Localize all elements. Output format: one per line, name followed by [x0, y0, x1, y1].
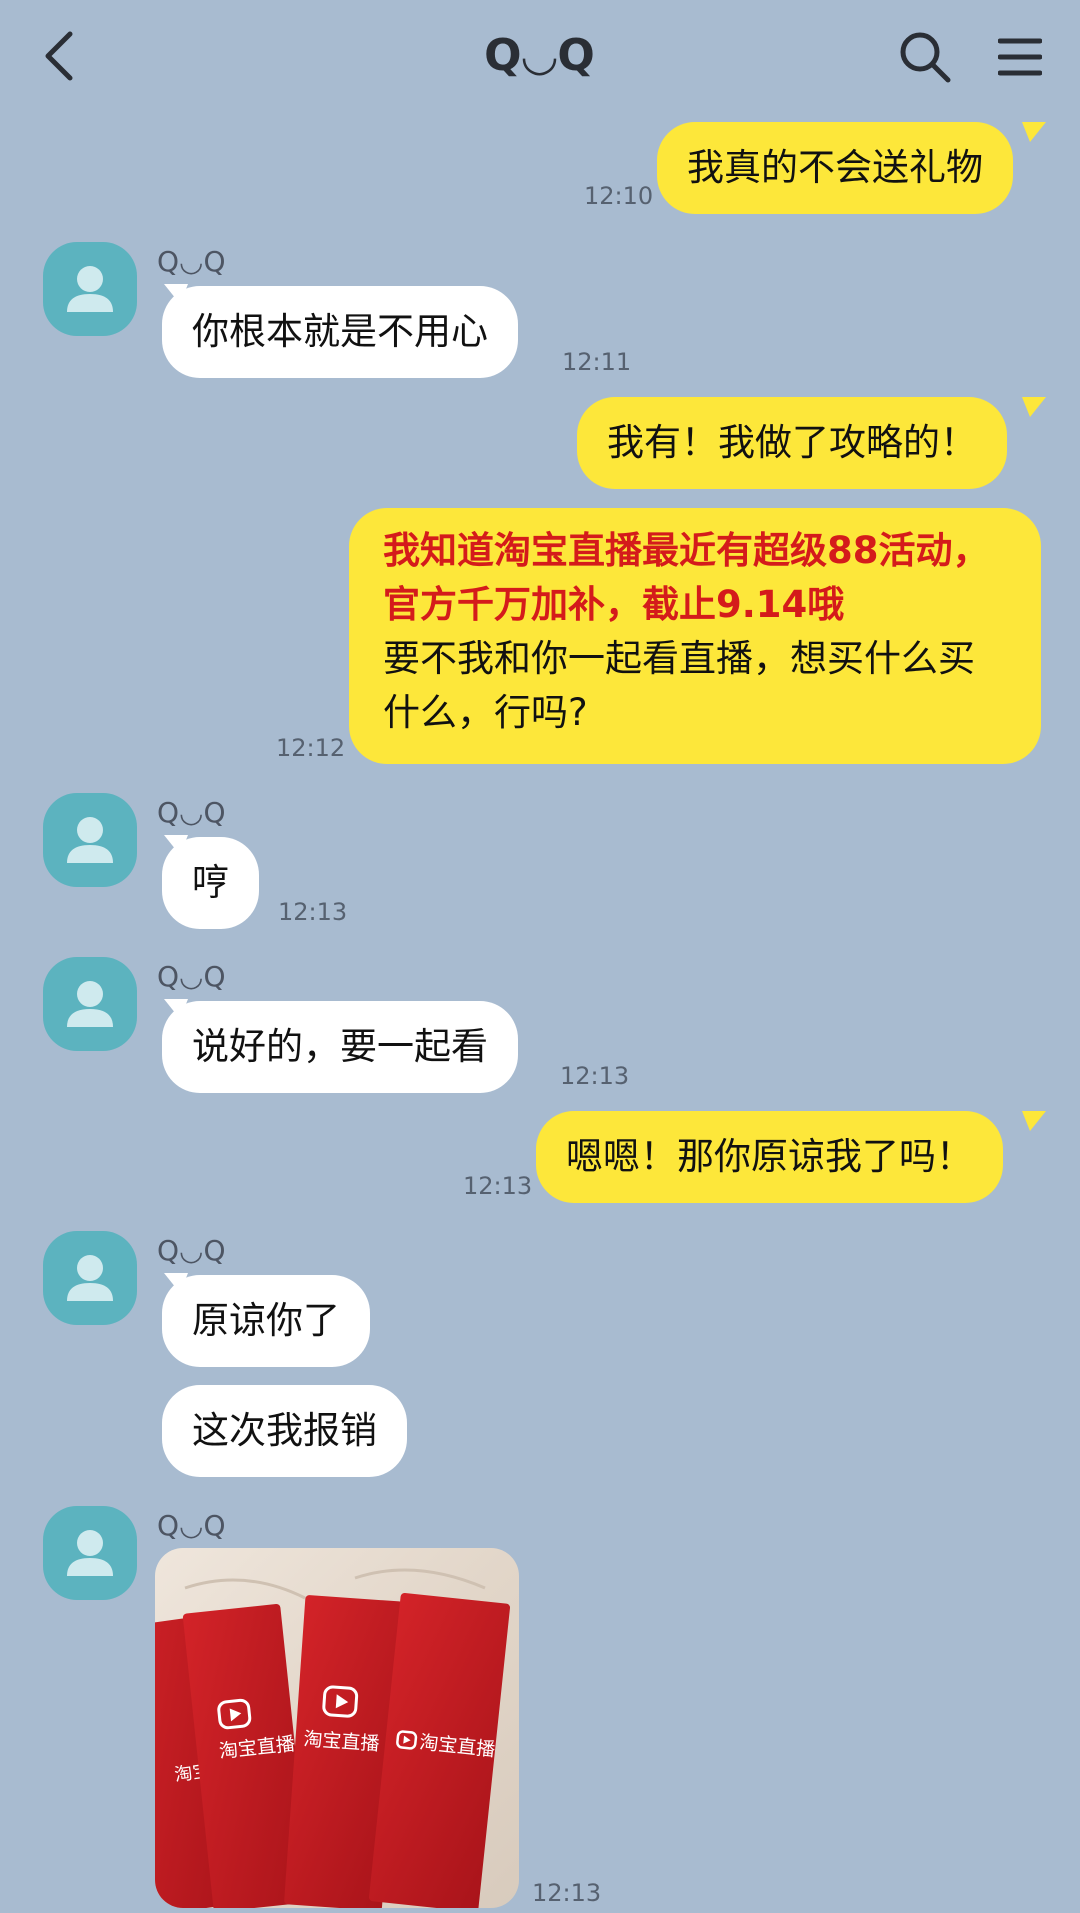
- avatar[interactable]: [43, 1506, 137, 1600]
- outgoing-message[interactable]: 我知道淘宝直播最近有超级88活动，官方千万加补，截止9.14哦 要不我和你一起看…: [349, 508, 1041, 764]
- outgoing-message[interactable]: 我有！我做了攻略的！: [577, 397, 1007, 489]
- sender-name: Q◡Q: [157, 960, 226, 993]
- message-time: 12:13: [463, 1172, 533, 1200]
- message-text: 要不我和你一起看直播，想买什么买什么，行吗?: [383, 637, 975, 734]
- message-time: 12:13: [278, 898, 348, 926]
- incoming-message[interactable]: 原谅你了: [162, 1275, 370, 1367]
- chat-header: Q◡Q: [0, 0, 1080, 118]
- person-icon: [67, 817, 113, 863]
- message-time: 12:13: [560, 1062, 630, 1090]
- bubble-tail: [1022, 1111, 1046, 1131]
- avatar[interactable]: [43, 957, 137, 1051]
- person-icon: [67, 981, 113, 1027]
- message-time: 12:13: [532, 1879, 602, 1907]
- bubble-tail: [1022, 397, 1046, 417]
- person-icon: [67, 1530, 113, 1576]
- sender-name: Q◡Q: [157, 245, 226, 278]
- incoming-message[interactable]: 说好的，要一起看: [162, 1001, 518, 1093]
- incoming-message[interactable]: 这次我报销: [162, 1385, 407, 1477]
- person-icon: [67, 1255, 113, 1301]
- avatar[interactable]: [43, 793, 137, 887]
- search-button[interactable]: [898, 30, 952, 84]
- sender-name: Q◡Q: [157, 796, 226, 829]
- bubble-tail: [1022, 122, 1046, 142]
- person-icon: [67, 266, 113, 312]
- incoming-message[interactable]: 你根本就是不用心: [162, 286, 518, 378]
- chat-screen: Q◡Q 12:10 我真的不会送礼物 Q◡Q 你根本就是不用心 12:11 我有…: [0, 0, 1080, 1913]
- message-time: 12:10: [584, 182, 654, 210]
- sender-name: Q◡Q: [157, 1234, 226, 1267]
- avatar[interactable]: [43, 1231, 137, 1325]
- outgoing-message[interactable]: 嗯嗯！那你原谅我了吗！: [536, 1111, 1003, 1203]
- outgoing-message[interactable]: 我真的不会送礼物: [657, 122, 1013, 214]
- red-envelopes-photo: 淘宝直播 淘宝直播 淘宝直播 淘宝直播: [155, 1548, 519, 1908]
- sender-name: Q◡Q: [157, 1509, 226, 1542]
- promo-text: 我知道淘宝直播最近有超级88活动，官方千万加补，截止9.14哦: [383, 529, 990, 626]
- menu-icon: [997, 38, 1043, 76]
- avatar[interactable]: [43, 242, 137, 336]
- incoming-message[interactable]: 哼: [162, 837, 259, 929]
- image-message[interactable]: 淘宝直播 淘宝直播 淘宝直播 淘宝直播: [155, 1548, 519, 1908]
- menu-button[interactable]: [997, 36, 1043, 80]
- message-time: 12:12: [276, 734, 346, 762]
- message-time: 12:11: [562, 348, 632, 376]
- search-icon: [900, 32, 951, 83]
